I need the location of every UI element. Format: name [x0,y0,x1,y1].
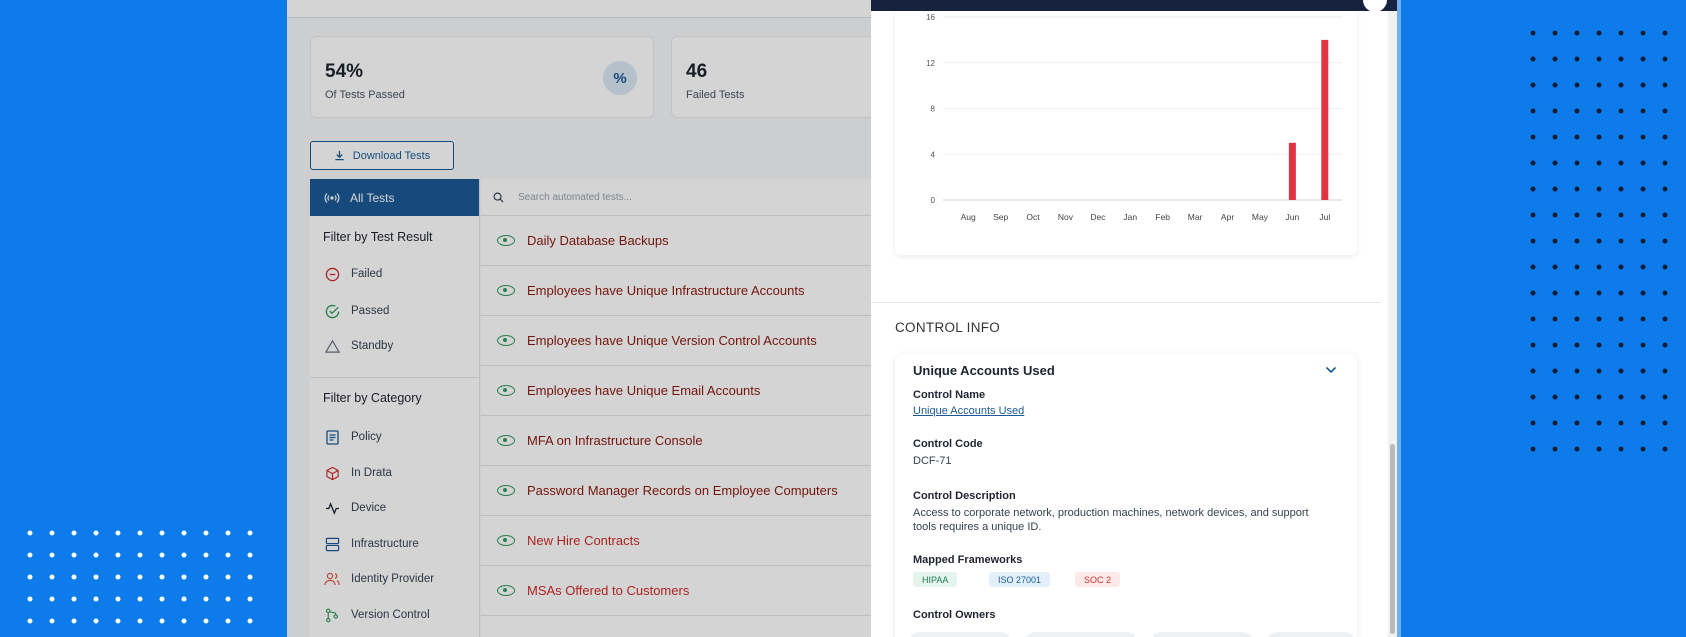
x-tick-label: Dec [1090,212,1106,222]
x-tick-label: Jul [1319,212,1330,222]
control-header[interactable]: Unique Accounts Used [913,363,1055,378]
owner-chip[interactable] [1151,632,1253,637]
control-info-card: Unique Accounts Used Control Name Unique… [895,354,1357,637]
control-name-link[interactable]: Unique Accounts Used [913,404,1024,418]
framework-tag-soc-2: SOC 2 [1075,572,1121,587]
x-tick-label: Jun [1286,212,1300,222]
x-tick-label: May [1252,212,1269,222]
y-tick-label: 4 [931,150,936,159]
drawer-header [871,0,1397,12]
y-tick-label: 16 [926,13,935,22]
owner-chip[interactable] [1267,632,1355,637]
framework-tag-hipaa: HIPAA [913,572,958,587]
control-description-value: Access to corporate network, production … [913,507,1309,533]
control-code-value: DCF-71 [913,455,952,467]
test-detail-drawer: 0 4 8 12 16 Aug Sep Oct Nov Dec Jan Feb Mar Apr May Jun… [871,0,1397,637]
drawer-scrollbar[interactable] [1388,11,1397,637]
drawer-edge [1397,0,1401,637]
chevron-down-icon[interactable] [1325,363,1337,377]
close-button[interactable] [1363,0,1387,12]
x-tick-label: Mar [1188,212,1203,222]
x-tick-label: Jan [1123,212,1137,222]
x-tick-label: Apr [1221,212,1234,222]
y-tick-label: 8 [931,105,936,114]
x-tick-label: Oct [1026,212,1040,222]
control-owners-label: Control Owners [913,609,996,621]
framework-tag-iso-27001: ISO 27001 [989,572,1051,587]
x-tick-label: Aug [961,212,976,222]
owner-chip[interactable] [909,632,1011,637]
control-info-title: CONTROL INFO [895,320,1001,335]
x-tick-label: Feb [1155,212,1170,222]
mapped-frameworks-label: Mapped Frameworks [913,554,1023,566]
section-divider [871,302,1381,303]
x-tick-label: Sep [993,212,1008,222]
test-history-chart-card: 0 4 8 12 16 Aug Sep Oct Nov Dec Jan Feb Mar Apr May Jun… [895,11,1357,255]
test-history-bar-chart: 0 4 8 12 16 Aug Sep Oct Nov Dec Jan Feb Mar Apr May Jun… [926,13,1342,222]
decorative-dot-grid-right [1522,20,1672,460]
control-description-label: Control Description [913,490,1016,502]
scrollbar-thumb[interactable] [1390,444,1395,634]
data-bar [1288,142,1296,200]
decorative-dot-grid-left [19,522,259,637]
y-tick-label: 12 [926,59,935,68]
data-bar [1321,39,1329,200]
owner-chip[interactable] [1025,632,1137,637]
control-name-label: Control Name [913,389,986,401]
modal-backdrop[interactable] [287,0,887,637]
y-tick-label: 0 [931,196,936,205]
control-code-label: Control Code [913,438,983,450]
x-tick-label: Nov [1058,212,1074,222]
